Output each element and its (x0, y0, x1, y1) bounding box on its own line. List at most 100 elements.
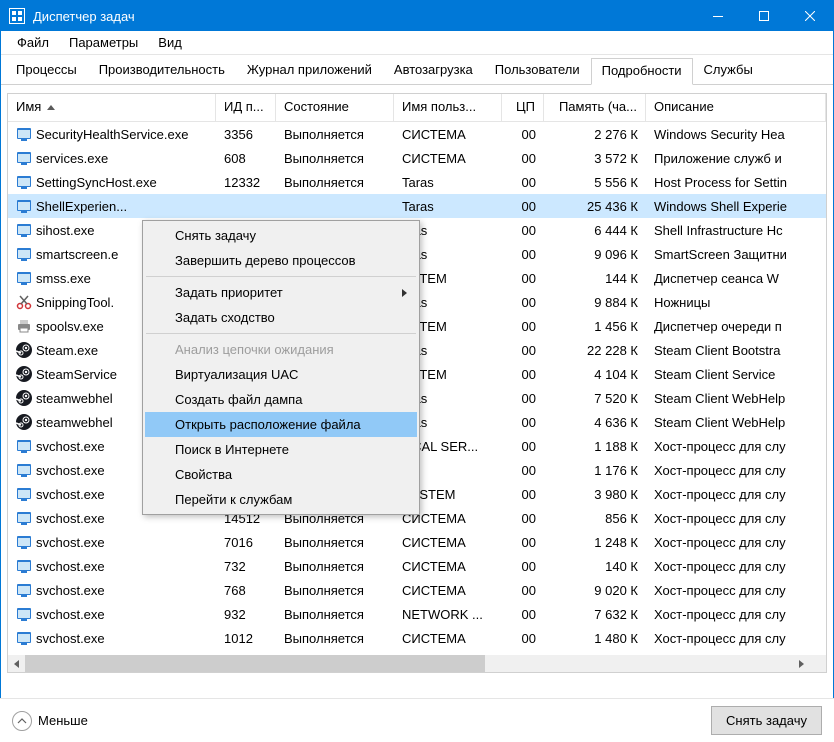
col-header-name[interactable]: Имя (8, 94, 216, 121)
ctx-search-online[interactable]: Поиск в Интернете (145, 437, 417, 462)
end-task-button[interactable]: Снять задачу (711, 706, 822, 735)
table-row[interactable]: SecurityHealthService.exe3356Выполняется… (8, 122, 826, 146)
tab-processes[interactable]: Процессы (5, 57, 88, 84)
process-name: services.exe (36, 151, 108, 166)
process-mem: 2 276 К (544, 124, 646, 145)
tab-app-history[interactable]: Журнал приложений (236, 57, 383, 84)
process-desc: Диспетчер сеанса W (646, 268, 826, 289)
col-header-mem[interactable]: Память (ча... (544, 94, 646, 121)
ctx-open-file-location[interactable]: Открыть расположение файла (145, 412, 417, 437)
scroll-right-arrow[interactable] (792, 655, 809, 672)
process-cpu: 00 (502, 340, 544, 361)
process-cpu: 00 (502, 388, 544, 409)
process-icon (16, 270, 32, 286)
process-cpu: 00 (502, 124, 544, 145)
process-icon (16, 366, 32, 382)
process-mem: 6 444 К (544, 220, 646, 241)
process-status: Выполняется (276, 628, 394, 649)
process-name: svchost.exe (36, 583, 105, 598)
process-mem: 25 436 К (544, 196, 646, 217)
process-icon (16, 486, 32, 502)
window-title: Диспетчер задач (33, 9, 695, 24)
menu-view[interactable]: Вид (148, 33, 192, 52)
col-header-cpu[interactable]: ЦП (502, 94, 544, 121)
table-row[interactable]: SettingSyncHost.exe12332ВыполняетсяTaras… (8, 170, 826, 194)
col-header-status[interactable]: Состояние (276, 94, 394, 121)
tab-startup[interactable]: Автозагрузка (383, 57, 484, 84)
fewer-label: Меньше (38, 713, 88, 728)
process-desc: Хост-процесс для слу (646, 436, 826, 457)
ctx-priority[interactable]: Задать приоритет (145, 280, 417, 305)
tab-details[interactable]: Подробности (591, 58, 693, 85)
tab-performance[interactable]: Производительность (88, 57, 236, 84)
process-cpu: 00 (502, 292, 544, 313)
process-icon (16, 126, 32, 142)
scroll-left-arrow[interactable] (8, 655, 25, 672)
ctx-end-tree[interactable]: Завершить дерево процессов (145, 248, 417, 273)
process-user: СИСТЕМА (394, 628, 502, 649)
process-mem: 7 632 К (544, 604, 646, 625)
process-name: smss.exe (36, 271, 91, 286)
table-row[interactable]: svchost.exe7016ВыполняетсяСИСТЕМА001 248… (8, 530, 826, 554)
footer: Меньше Снять задачу (0, 698, 834, 742)
maximize-button[interactable] (741, 1, 787, 31)
process-desc: Хост-процесс для слу (646, 628, 826, 649)
process-pid: 608 (216, 148, 276, 169)
process-desc: Windows Shell Experie (646, 196, 826, 217)
table-row[interactable]: svchost.exe1012ВыполняетсяСИСТЕМА001 480… (8, 626, 826, 650)
ctx-properties[interactable]: Свойства (145, 462, 417, 487)
process-mem: 856 К (544, 508, 646, 529)
process-desc: Хост-процесс для слу (646, 484, 826, 505)
scroll-track[interactable] (25, 655, 792, 672)
process-user: Taras (394, 196, 502, 217)
process-name: steamwebhel (36, 391, 113, 406)
process-cpu: 00 (502, 628, 544, 649)
ctx-end-task[interactable]: Снять задачу (145, 223, 417, 248)
minimize-button[interactable] (695, 1, 741, 31)
ctx-uac-virtualization[interactable]: Виртуализация UAC (145, 362, 417, 387)
fewer-details-toggle[interactable]: Меньше (12, 711, 88, 731)
col-header-pid[interactable]: ИД п... (216, 94, 276, 121)
process-icon (16, 558, 32, 574)
tabs: Процессы Производительность Журнал прило… (1, 57, 833, 85)
process-mem: 22 228 К (544, 340, 646, 361)
process-mem: 9 020 К (544, 580, 646, 601)
table-row[interactable]: svchost.exe932ВыполняетсяNETWORK ...007 … (8, 602, 826, 626)
table-row[interactable]: services.exe608ВыполняетсяСИСТЕМА003 572… (8, 146, 826, 170)
menu-file[interactable]: Файл (7, 33, 59, 52)
horizontal-scrollbar[interactable] (8, 655, 809, 672)
process-name: SettingSyncHost.exe (36, 175, 157, 190)
process-icon (16, 630, 32, 646)
process-pid: 3356 (216, 124, 276, 145)
ctx-create-dump[interactable]: Создать файл дампа (145, 387, 417, 412)
process-desc: Ножницы (646, 292, 826, 313)
col-header-desc[interactable]: Описание (646, 94, 826, 121)
process-user: NETWORK ... (394, 604, 502, 625)
table-row[interactable]: svchost.exe768ВыполняетсяСИСТЕМА009 020 … (8, 578, 826, 602)
process-desc: Хост-процесс для слу (646, 556, 826, 577)
process-name: svchost.exe (36, 559, 105, 574)
table-row[interactable]: svchost.exe732ВыполняетсяСИСТЕМА00140 КХ… (8, 554, 826, 578)
process-name: svchost.exe (36, 463, 105, 478)
tab-services[interactable]: Службы (693, 57, 764, 84)
close-button[interactable] (787, 1, 833, 31)
process-cpu: 00 (502, 436, 544, 457)
tab-users[interactable]: Пользователи (484, 57, 591, 84)
process-icon (16, 534, 32, 550)
ctx-goto-services[interactable]: Перейти к службам (145, 487, 417, 512)
process-desc: Steam Client Bootstra (646, 340, 826, 361)
process-pid: 768 (216, 580, 276, 601)
process-desc: Хост-процесс для слу (646, 460, 826, 481)
process-name: SnippingTool. (36, 295, 114, 310)
col-header-user[interactable]: Имя польз... (394, 94, 502, 121)
process-mem: 140 К (544, 556, 646, 577)
process-desc: Shell Infrastructure Hc (646, 220, 826, 241)
chevron-right-icon (402, 289, 407, 297)
process-icon (16, 438, 32, 454)
process-cpu: 00 (502, 484, 544, 505)
scroll-thumb[interactable] (25, 655, 485, 672)
process-desc: Windows Security Hea (646, 124, 826, 145)
table-row[interactable]: ShellExperien...Taras0025 436 КWindows S… (8, 194, 826, 218)
ctx-affinity[interactable]: Задать сходство (145, 305, 417, 330)
menu-options[interactable]: Параметры (59, 33, 148, 52)
